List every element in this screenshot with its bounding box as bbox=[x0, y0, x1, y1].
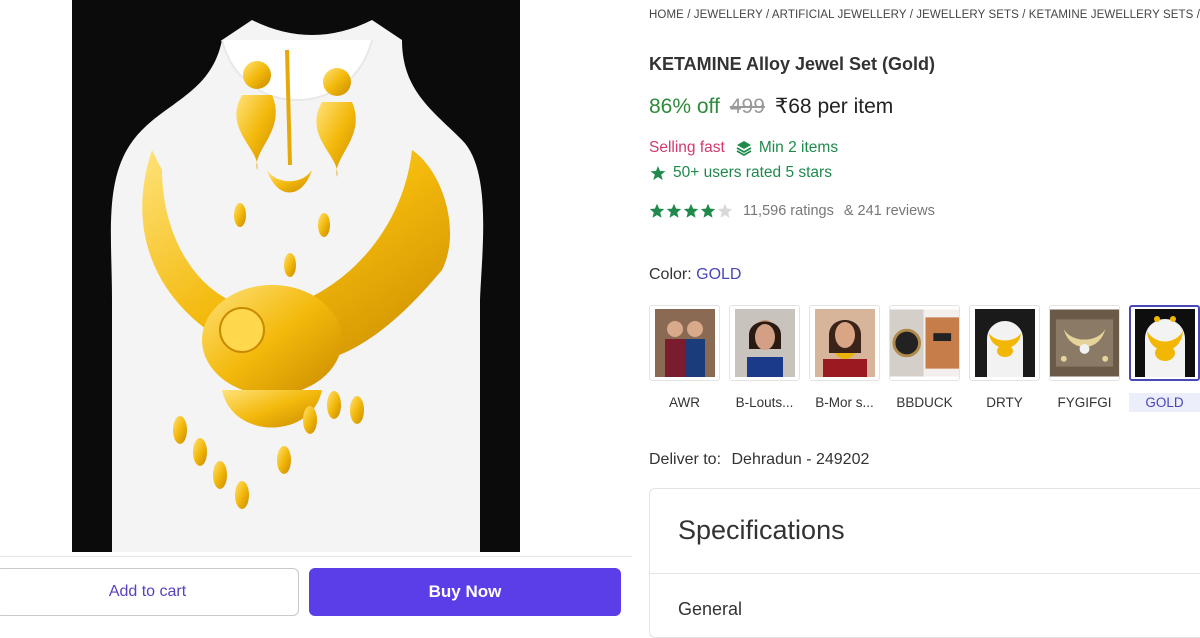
color-label-text: Color: bbox=[649, 266, 692, 283]
woman-red-saree-photo bbox=[809, 305, 880, 381]
color-swatch-gold[interactable]: GOLD bbox=[1129, 305, 1200, 412]
reviews-count: & 241 reviews bbox=[843, 203, 935, 219]
specifications-title: Specifications bbox=[678, 515, 845, 545]
ratings-count: 11,596 ratings bbox=[743, 203, 834, 219]
users-rated-label: 50+ users rated 5 stars bbox=[673, 164, 832, 181]
purchase-action-bar: Add to cart Buy Now bbox=[0, 556, 632, 627]
swatch-label: FYGIFGI bbox=[1057, 395, 1112, 410]
gold-necklace-photo bbox=[969, 305, 1040, 381]
swatch-label: B-Mor s... bbox=[815, 395, 874, 410]
swatch-label: DRTY bbox=[986, 395, 1023, 410]
original-price: 499 bbox=[729, 95, 765, 118]
women-in-sarees-photo bbox=[649, 305, 720, 381]
gold-necklace-set-illustration bbox=[110, 20, 484, 552]
product-main-image[interactable] bbox=[72, 0, 520, 552]
product-badges: Selling fast Min 2 items bbox=[649, 139, 838, 157]
price-row: 86% off 499 ₹68 per item bbox=[649, 94, 893, 119]
selling-fast-badge: Selling fast bbox=[649, 139, 725, 156]
buy-now-button[interactable]: Buy Now bbox=[309, 568, 621, 616]
users-rated-badge: 50+ users rated 5 stars bbox=[649, 164, 832, 182]
swatch-label: GOLD bbox=[1129, 393, 1200, 412]
jewellery-set-photo bbox=[1049, 305, 1120, 381]
color-swatch-b-mor[interactable]: B-Mor s... bbox=[809, 305, 880, 412]
product-title: KETAMINE Alloy Jewel Set (Gold) bbox=[649, 54, 936, 74]
color-swatch-bbduck[interactable]: BBDUCK bbox=[889, 305, 960, 412]
specifications-section: Specifications General bbox=[649, 488, 1200, 638]
star-rating bbox=[649, 203, 733, 219]
divider bbox=[650, 573, 1200, 574]
add-to-cart-button[interactable]: Add to cart bbox=[0, 568, 299, 616]
star-filled-icon bbox=[649, 203, 665, 218]
current-price: ₹68 per item bbox=[774, 95, 894, 118]
swatch-label: B-Louts... bbox=[735, 395, 794, 410]
color-swatch-list: AWR B-Louts... B-Mor s... BBDUCK DRTY FY… bbox=[649, 305, 1200, 412]
star-sparkle-icon bbox=[650, 166, 666, 180]
star-filled-icon bbox=[700, 203, 716, 218]
color-swatch-fygifgi[interactable]: FYGIFGI bbox=[1049, 305, 1120, 412]
delivery-place: Dehradun - 249202 bbox=[731, 451, 870, 468]
color-selected-value: GOLD bbox=[696, 266, 742, 283]
swatch-label: BBDUCK bbox=[896, 395, 953, 410]
min-items-badge: Min 2 items bbox=[735, 139, 838, 157]
star-filled-icon bbox=[683, 203, 699, 218]
star-filled-icon bbox=[666, 203, 682, 218]
wristwatch-photo bbox=[889, 305, 960, 381]
deliver-to-label: Deliver to: bbox=[649, 451, 722, 468]
delivery-location[interactable]: Deliver to: Dehradun - 249202 bbox=[649, 451, 869, 469]
spec-general-heading[interactable]: General bbox=[678, 599, 742, 620]
product-info-panel: HOME / JEWELLERY / ARTIFICIAL JEWELLERY … bbox=[649, 0, 1200, 638]
color-swatch-awr[interactable]: AWR bbox=[649, 305, 720, 412]
swatch-label: AWR bbox=[669, 395, 700, 410]
gold-necklace-dark-photo bbox=[1129, 305, 1200, 381]
discount-percent: 86% off bbox=[649, 95, 720, 118]
woman-portrait-photo bbox=[729, 305, 800, 381]
stack-layers-icon bbox=[736, 141, 752, 157]
star-empty-icon bbox=[717, 203, 733, 218]
breadcrumb[interactable]: HOME / JEWELLERY / ARTIFICIAL JEWELLERY … bbox=[649, 9, 1200, 21]
rating-summary[interactable]: 11,596 ratings & 241 reviews bbox=[649, 203, 935, 219]
min-items-label: Min 2 items bbox=[758, 139, 839, 156]
color-swatch-b-louts[interactable]: B-Louts... bbox=[729, 305, 800, 412]
color-selector-label: Color: GOLD bbox=[649, 266, 741, 284]
color-swatch-drty[interactable]: DRTY bbox=[969, 305, 1040, 412]
